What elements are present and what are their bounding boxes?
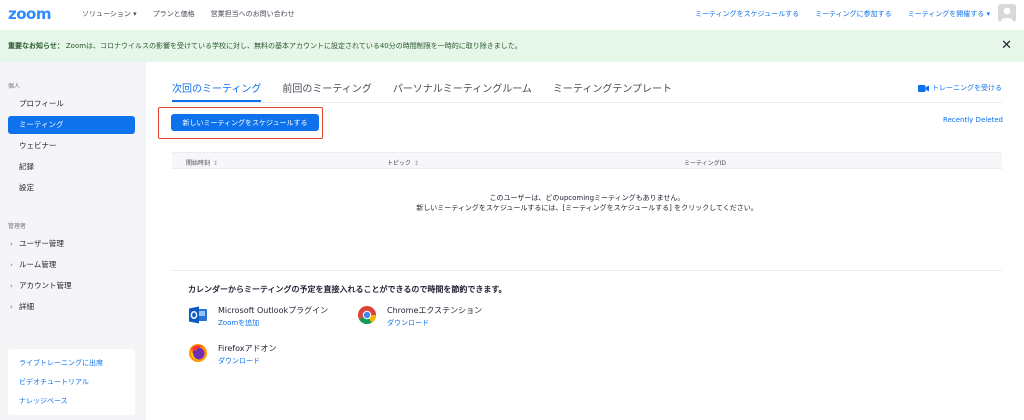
sidebar-item-profile[interactable]: プロフィール (8, 95, 135, 113)
training-label: トレーニングを受ける (932, 84, 1002, 92)
nav-solutions[interactable]: ソリューション ▾ (82, 9, 137, 19)
main-content: 次回のミーティング 前回のミーティング パーソナルミーティングルーム ミーティン… (146, 62, 1024, 420)
sidebar-item-settings[interactable]: 設定 (8, 179, 135, 197)
chevron-right-icon: › (10, 261, 13, 269)
extension-text: Firefoxアドオン ダウンロード (218, 343, 276, 366)
sidebar-item-room-management[interactable]: › ルーム管理 (8, 256, 135, 274)
schedule-new-meeting-button[interactable]: 新しいミーティングをスケジュールする (171, 114, 319, 131)
column-topic[interactable]: トピック ↕ (387, 158, 419, 167)
zoom-logo[interactable]: zoom (8, 5, 51, 23)
sidebar-item-label: ルーム管理 (19, 260, 57, 269)
column-start-time[interactable]: 開始時刻 ↕ (186, 158, 218, 167)
section-admin: 管理者 (8, 223, 27, 230)
nav-schedule-meeting[interactable]: ミーティングをスケジュールする (695, 9, 799, 19)
notice-label: 重要なお知らせ： (8, 42, 64, 50)
sidebar-item-recordings[interactable]: 記録 (8, 158, 135, 176)
top-header: zoom ソリューション ▾ プランと価格 営業担当へのお問い合わせ ミーティン… (0, 0, 1024, 28)
outlook-add-link[interactable]: Zoomを追加 (218, 318, 328, 328)
sidebar-item-user-management[interactable]: › ユーザー管理 (8, 235, 135, 253)
tabs-divider (172, 102, 1002, 103)
outlook-icon (189, 306, 207, 324)
sidebar: 個人 プロフィール ミーティング ウェビナー 記録 設定 管理者 › ユーザー管… (0, 62, 146, 420)
chevron-right-icon: › (10, 240, 13, 248)
sort-icon: ↕ (213, 160, 219, 167)
sidebar-item-label: ユーザー管理 (19, 239, 64, 248)
meetings-table-header: 開始時刻 ↕ トピック ↕ ミーティングID (172, 152, 1002, 169)
sidebar-item-label: アカウント管理 (19, 281, 72, 290)
chrome-icon (358, 306, 376, 325)
sidebar-item-account-management[interactable]: › アカウント管理 (8, 277, 135, 295)
notice-banner: 重要なお知らせ： Zoomは、コロナウイルスの影響を受けている学校に対し、無料の… (0, 30, 1024, 62)
extension-chrome: Chromeエクステンション ダウンロード (357, 305, 482, 328)
chrome-download-link[interactable]: ダウンロード (387, 318, 482, 328)
tab-upcoming-meetings[interactable]: 次回のミーティング (172, 80, 262, 102)
section-personal: 個人 (8, 83, 21, 90)
sidebar-item-webinars[interactable]: ウェビナー (8, 137, 135, 155)
link-knowledge-base[interactable]: ナレッジベース (8, 396, 135, 415)
training-link[interactable]: トレーニングを受ける (918, 83, 1002, 93)
calendar-promo-title: カレンダーからミーティングの予定を直接入れることができるので時間を節約できます。 (188, 285, 507, 294)
column-label: トピック (387, 160, 412, 167)
sidebar-item-advanced[interactable]: › 詳細 (8, 298, 135, 316)
extension-name: Chromeエクステンション (387, 306, 483, 315)
chevron-right-icon: › (10, 282, 13, 290)
extension-firefox: Firefoxアドオン ダウンロード (188, 343, 276, 366)
meeting-tabs: 次回のミーティング 前回のミーティング パーソナルミーティングルーム ミーティン… (172, 80, 693, 102)
nav-join-meeting[interactable]: ミーティングに参加する (815, 9, 892, 19)
nav-left: ソリューション ▾ プランと価格 営業担当へのお問い合わせ (82, 9, 295, 19)
extension-text: Chromeエクステンション ダウンロード (387, 305, 482, 328)
tab-personal-meeting-room[interactable]: パーソナルミーティングルーム (393, 80, 532, 102)
recently-deleted-link[interactable]: Recently Deleted (943, 116, 1003, 124)
firefox-icon (189, 344, 207, 362)
extension-name: Microsoft Outlookプラグイン (218, 306, 329, 315)
notice-text: Zoomは、コロナウイルスの影響を受けている学校に対し、無料の基本アカウントに設… (65, 42, 522, 50)
avatar[interactable] (998, 4, 1016, 22)
link-live-training[interactable]: ライブトレーニングに出席 (8, 358, 135, 377)
extension-text: Microsoft Outlookプラグイン Zoomを追加 (218, 305, 328, 328)
link-video-tutorials[interactable]: ビデオチュートリアル (8, 377, 135, 396)
nav-contact-sales[interactable]: 営業担当へのお問い合わせ (211, 9, 295, 19)
promo-divider (172, 270, 1002, 271)
sort-icon: ↕ (414, 160, 420, 167)
nav-right: ミーティングをスケジュールする ミーティングに参加する ミーティングを開催する … (695, 9, 990, 19)
extension-name: Firefoxアドオン (218, 344, 277, 353)
extension-outlook: Microsoft Outlookプラグイン Zoomを追加 (188, 305, 328, 328)
empty-line-2: 新しいミーティングをスケジュールするには、[ミーティングをスケジュールする] を… (416, 204, 758, 212)
tab-meeting-templates[interactable]: ミーティングテンプレート (553, 80, 672, 102)
help-links: ライブトレーニングに出席 ビデオチュートリアル ナレッジベース (8, 349, 135, 415)
nav-host-meeting[interactable]: ミーティングを開催する ▾ (908, 9, 990, 19)
empty-state-message: このユーザーは、どのupcomingミーティングもありません。 新しいミーティン… (172, 193, 1002, 213)
tab-previous-meetings[interactable]: 前回のミーティング (282, 80, 371, 102)
sidebar-item-label: 詳細 (19, 302, 34, 311)
sidebar-item-meetings[interactable]: ミーティング (8, 116, 135, 134)
close-icon[interactable]: ✕ (1001, 39, 1012, 52)
nav-plans-pricing[interactable]: プランと価格 (153, 9, 195, 19)
chevron-right-icon: › (10, 303, 13, 311)
firefox-download-link[interactable]: ダウンロード (218, 356, 276, 366)
video-camera-icon (918, 84, 929, 92)
column-label: 開始時刻 (186, 160, 211, 167)
column-meeting-id: ミーティングID (684, 160, 727, 167)
user-icon (998, 4, 1016, 22)
empty-line-1: このユーザーは、どのupcomingミーティングもありません。 (489, 194, 685, 202)
